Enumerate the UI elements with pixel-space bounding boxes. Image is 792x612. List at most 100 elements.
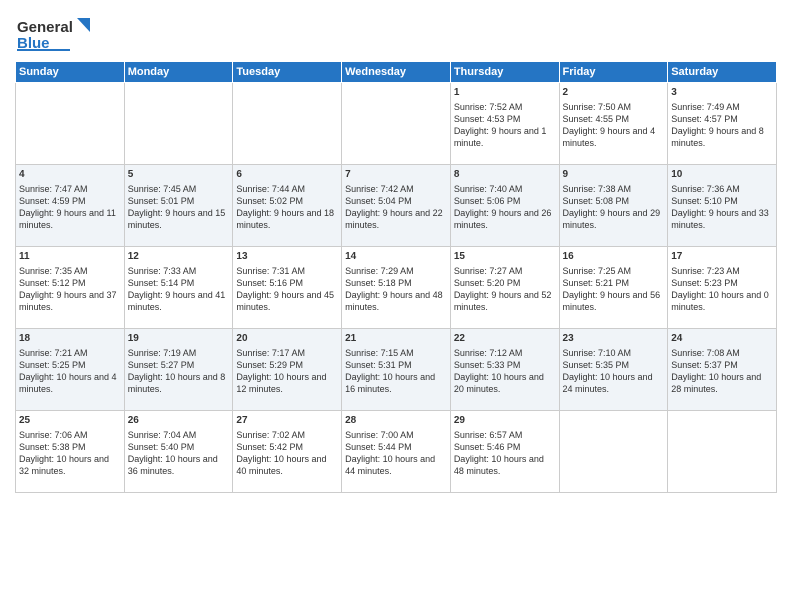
calendar-cell: 27Sunrise: 7:02 AMSunset: 5:42 PMDayligh… [233,411,342,493]
day-info: Sunrise: 7:10 AM [563,348,632,358]
day-info: Sunset: 4:57 PM [671,114,738,124]
weekday-header-saturday: Saturday [668,62,777,83]
day-info: Sunrise: 7:23 AM [671,266,740,276]
day-info: Sunset: 5:12 PM [19,278,86,288]
day-info: Daylight: 10 hours and 12 minutes. [236,372,326,394]
calendar-cell: 4Sunrise: 7:47 AMSunset: 4:59 PMDaylight… [16,165,125,247]
day-info: Daylight: 9 hours and 52 minutes. [454,290,552,312]
day-info: Sunrise: 7:36 AM [671,184,740,194]
calendar-table: SundayMondayTuesdayWednesdayThursdayFrid… [15,61,777,493]
calendar-cell: 26Sunrise: 7:04 AMSunset: 5:40 PMDayligh… [124,411,233,493]
day-info: Sunrise: 7:12 AM [454,348,523,358]
calendar-cell: 3 Sunrise: 7:49 AM Sunset: 4:57 PM Daylight… [668,83,777,165]
calendar-cell [559,411,668,493]
day-info: Sunset: 4:55 PM [563,114,630,124]
day-info: Sunset: 5:08 PM [563,196,630,206]
day-info: Daylight: 9 hours and 45 minutes. [236,290,334,312]
day-info: Daylight: 9 hours and 18 minutes. [236,208,334,230]
calendar-cell: 23 Sunrise: 7:10 AM Sunset: 5:35 PM Dayligh… [559,329,668,411]
calendar-cell [124,83,233,165]
calendar-cell [342,83,451,165]
day-number: 17 [671,250,773,264]
day-info: Daylight: 9 hours and 15 minutes. [128,208,226,230]
day-info: Daylight: 9 hours and 56 minutes. [563,290,661,312]
calendar-cell: 22Sunrise: 7:12 AMSunset: 5:33 PMDayligh… [450,329,559,411]
day-info: Sunrise: 7:15 AM [345,348,414,358]
day-info: Sunrise: 7:40 AM [454,184,523,194]
day-info: Sunset: 5:37 PM [671,360,738,370]
calendar-cell: 5Sunrise: 7:45 AMSunset: 5:01 PMDaylight… [124,165,233,247]
day-number: 23 [563,332,665,346]
day-info: Sunrise: 6:57 AM [454,430,523,440]
day-info: Sunset: 5:35 PM [563,360,630,370]
day-info: Sunset: 5:29 PM [236,360,303,370]
weekday-header-wednesday: Wednesday [342,62,451,83]
calendar-cell: 24Sunrise: 7:08 AMSunset: 5:37 PMDayligh… [668,329,777,411]
day-number: 29 [454,414,556,428]
day-info: Sunrise: 7:47 AM [19,184,88,194]
day-number: 18 [19,332,121,346]
day-info: Daylight: 9 hours and 37 minutes. [19,290,117,312]
day-info: Sunset: 5:42 PM [236,442,303,452]
calendar-cell [233,83,342,165]
day-number: 9 [563,168,665,182]
day-number: 15 [454,250,556,264]
day-info: Sunrise: 7:19 AM [128,348,197,358]
day-info: Sunset: 5:25 PM [19,360,86,370]
day-info: Daylight: 10 hours and 24 minutes. [563,372,653,394]
day-info: Sunrise: 7:06 AM [19,430,88,440]
day-number: 2 [563,86,665,100]
day-info: Sunrise: 7:42 AM [345,184,414,194]
day-number: 3 [671,86,773,100]
day-info: Sunrise: 7:44 AM [236,184,305,194]
day-info: Daylight: 10 hours and 44 minutes. [345,454,435,476]
day-info: Sunset: 5:46 PM [454,442,521,452]
day-info: Sunset: 5:31 PM [345,360,412,370]
day-info: Daylight: 10 hours and 16 minutes. [345,372,435,394]
calendar-cell: 6 Sunrise: 7:44 AM Sunset: 5:02 PM Daylight… [233,165,342,247]
day-info: Sunset: 5:02 PM [236,196,303,206]
calendar-cell: 20Sunrise: 7:17 AMSunset: 5:29 PMDayligh… [233,329,342,411]
day-info: Sunset: 5:38 PM [19,442,86,452]
day-info: Daylight: 10 hours and 48 minutes. [454,454,544,476]
calendar-cell: 8Sunrise: 7:40 AMSunset: 5:06 PMDaylight… [450,165,559,247]
week-row-2: 4Sunrise: 7:47 AMSunset: 4:59 PMDaylight… [16,165,777,247]
day-info: Sunset: 5:44 PM [345,442,412,452]
day-info: Sunrise: 7:45 AM [128,184,197,194]
week-row-5: 25Sunrise: 7:06 AMSunset: 5:38 PMDayligh… [16,411,777,493]
calendar-cell: 12Sunrise: 7:33 AMSunset: 5:14 PMDayligh… [124,247,233,329]
day-info: Sunset: 5:18 PM [345,278,412,288]
calendar-cell: 15Sunrise: 7:27 AMSunset: 5:20 PMDayligh… [450,247,559,329]
day-info: Sunset: 5:27 PM [128,360,195,370]
day-info: Daylight: 10 hours and 32 minutes. [19,454,109,476]
day-number: 24 [671,332,773,346]
day-info: Sunrise: 7:50 AM [563,102,632,112]
day-number: 19 [128,332,230,346]
day-number: 22 [454,332,556,346]
week-row-4: 18Sunrise: 7:21 AMSunset: 5:25 PMDayligh… [16,329,777,411]
day-info: Sunset: 5:06 PM [454,196,521,206]
svg-text:General: General [17,19,73,36]
day-number: 4 [19,168,121,182]
day-info: Daylight: 10 hours and 8 minutes. [128,372,226,394]
day-info: Sunset: 5:14 PM [128,278,195,288]
day-info: Daylight: 9 hours and 1 minute. [454,126,547,148]
day-info: Daylight: 9 hours and 11 minutes. [19,208,116,230]
day-number: 13 [236,250,338,264]
day-info: Daylight: 9 hours and 22 minutes. [345,208,443,230]
day-number: 16 [563,250,665,264]
day-number: 14 [345,250,447,264]
day-number: 1 [454,86,556,100]
day-number: 10 [671,168,773,182]
calendar-cell [668,411,777,493]
day-info: Daylight: 9 hours and 8 minutes. [671,126,764,148]
day-info: Sunrise: 7:49 AM [671,102,740,112]
day-number: 6 [236,168,338,182]
day-number: 12 [128,250,230,264]
calendar-cell: 13Sunrise: 7:31 AMSunset: 5:16 PMDayligh… [233,247,342,329]
day-info: Sunset: 5:40 PM [128,442,195,452]
logo-svg: General Blue [15,10,95,55]
calendar-cell: 19 Sunrise: 7:19 AM Sunset: 5:27 PM Dayligh… [124,329,233,411]
calendar-cell [16,83,125,165]
day-number: 8 [454,168,556,182]
